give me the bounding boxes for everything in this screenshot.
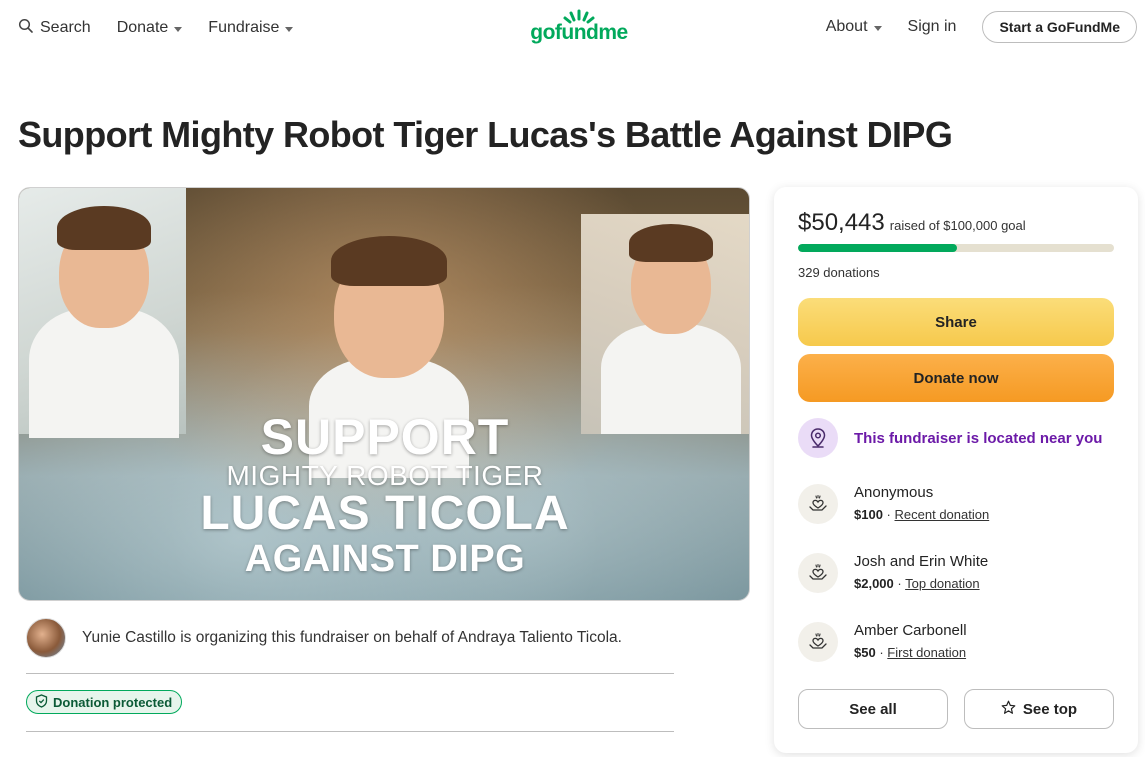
organizer-avatar[interactable]: [26, 618, 66, 658]
heart-hand-icon: [798, 484, 838, 524]
top-nav: Search Donate Fundraise gofundme About S…: [0, 0, 1145, 56]
share-button[interactable]: Share: [798, 298, 1114, 346]
top-donation-link[interactable]: Top donation: [905, 576, 979, 591]
badge-label: Donation protected: [53, 694, 173, 710]
hero-text-line4: AGAINST DIPG: [244, 538, 526, 580]
nav-left: Search Donate Fundraise: [18, 15, 294, 41]
start-gofundme-button[interactable]: Start a GoFundMe: [982, 11, 1137, 43]
donor-item: Josh and Erin White $2,000 · Top donatio…: [798, 553, 988, 593]
raised-summary: $50,443 raised of $100,000 goal: [798, 209, 1026, 237]
donor-amount: $50: [854, 645, 876, 660]
fundraise-menu[interactable]: Fundraise: [208, 15, 294, 41]
donate-now-button[interactable]: Donate now: [798, 354, 1114, 402]
page-title: Support Mighty Robot Tiger Lucas's Battl…: [18, 114, 953, 155]
location-notice-text: This fundraiser is located near you: [854, 429, 1103, 447]
location-notice: This fundraiser is located near you: [798, 418, 1102, 458]
separator: ·: [879, 645, 884, 660]
donor-meta: $100 · Recent donation: [854, 507, 989, 522]
donate-menu-label: Donate: [116, 19, 169, 36]
chevron-down-icon: [174, 26, 183, 32]
chevron-down-icon: [873, 25, 882, 31]
raised-amount: $50,443: [798, 209, 885, 236]
right-child-photo: [581, 214, 749, 434]
search-label: Search: [40, 19, 91, 36]
location-pin-icon: [798, 418, 838, 458]
donations-count: 329 donations: [798, 265, 880, 280]
organizer-row: Yunie Castillo is organizing this fundra…: [26, 618, 622, 658]
hero-text-line1: SUPPORT: [260, 409, 510, 465]
donor-name: Anonymous: [854, 484, 934, 501]
donate-menu[interactable]: Donate: [117, 15, 183, 41]
about-menu-label: About: [825, 18, 868, 35]
heart-hand-icon: [798, 553, 838, 593]
donor-amount: $100: [854, 507, 883, 522]
fundraise-menu-label: Fundraise: [208, 19, 280, 36]
separator: ·: [886, 507, 891, 522]
see-all-button[interactable]: See all: [798, 689, 948, 729]
donor-name: Amber Carbonell: [854, 622, 967, 639]
hero-text-line3: LUCAS TICOLA: [200, 487, 570, 540]
heart-hand-icon: [798, 622, 838, 662]
donor-meta: $50 · First donation: [854, 645, 967, 660]
sign-in-label: Sign in: [907, 18, 957, 35]
chevron-down-icon: [285, 26, 294, 32]
see-top-button[interactable]: See top: [964, 689, 1114, 729]
search-icon: [18, 18, 34, 39]
donor-name: Josh and Erin White: [854, 553, 989, 570]
star-icon: [1001, 700, 1016, 719]
divider: [26, 731, 674, 732]
hero-image[interactable]: SUPPORT MIGHTY ROBOT TIGER LUCAS TICOLA …: [18, 187, 750, 601]
recent-donation-link[interactable]: Recent donation: [895, 507, 990, 522]
donor-meta: $2,000 · Top donation: [854, 576, 988, 591]
see-top-label: See top: [1022, 700, 1078, 718]
left-child-photo: [19, 188, 186, 438]
separator: ·: [897, 576, 902, 591]
donor-item: Amber Carbonell $50 · First donation: [798, 622, 967, 662]
search-button[interactable]: Search: [18, 15, 91, 41]
organizer-text: Yunie Castillo is organizing this fundra…: [82, 629, 622, 646]
about-menu[interactable]: About: [826, 14, 882, 40]
shield-icon: [35, 693, 48, 711]
gofundme-logo[interactable]: gofundme: [524, 8, 634, 48]
see-all-label: See all: [849, 700, 897, 718]
donor-item: Anonymous $100 · Recent donation: [798, 484, 989, 524]
raised-goal: raised of $100,000 goal: [889, 218, 1026, 233]
divider: [26, 673, 674, 674]
sign-in-link[interactable]: Sign in: [908, 14, 957, 40]
donor-amount: $2,000: [854, 576, 894, 591]
nav-right: About Sign in Start a GoFundMe: [826, 11, 1137, 43]
first-donation-link[interactable]: First donation: [887, 645, 966, 660]
donation-protected-badge[interactable]: Donation protected: [26, 690, 183, 714]
progress-fill: [798, 244, 958, 252]
donation-card: $50,443 raised of $100,000 goal 329 dona…: [774, 187, 1138, 753]
progress-bar: [798, 244, 1114, 252]
logo-text: gofundme: [530, 21, 628, 44]
